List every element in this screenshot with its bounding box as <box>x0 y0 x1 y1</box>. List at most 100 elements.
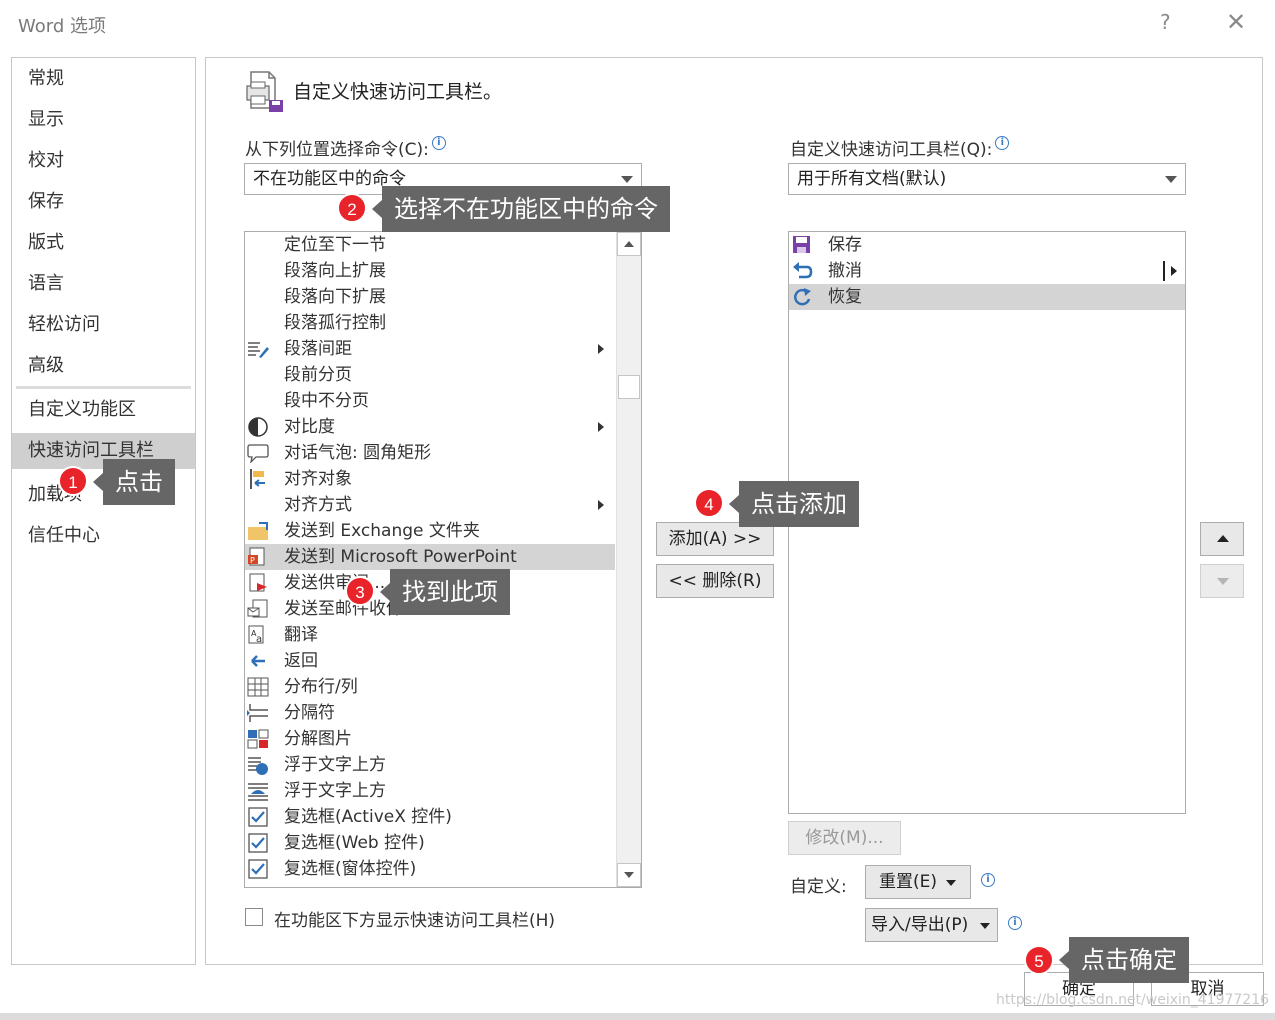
list-item[interactable]: 恢复 <box>789 284 1185 310</box>
submenu-arrow-icon <box>598 422 604 432</box>
commands-list[interactable]: 定位至下一节 段落向上扩展段落向下扩展 段落孤行控制 段落间距段前分页段中不分页对比度… <box>244 231 642 888</box>
list-item[interactable]: 段中不分页 <box>245 388 615 414</box>
ungroup-picture-icon <box>247 729 269 749</box>
nav-item-advanced[interactable]: 高级 <box>12 348 195 384</box>
list-item[interactable]: 段落孤行控制 <box>245 310 615 336</box>
nav-divider <box>16 386 191 389</box>
list-item[interactable]: a A 翻译 <box>245 622 615 648</box>
list-item-label: 发送到 Exchange 文件夹 <box>284 521 480 541</box>
redo-icon <box>791 287 813 307</box>
move-down-button[interactable] <box>1200 564 1244 598</box>
separator-icon <box>247 703 269 723</box>
save-icon <box>791 235 813 255</box>
list-item[interactable]: 段落向上扩展 <box>245 258 615 284</box>
annotation-callout-5: 点击确定 <box>1059 937 1189 983</box>
remove-button[interactable]: << 删除(R) <box>656 564 774 598</box>
bottom-edge <box>0 1013 1275 1020</box>
list-item[interactable]: 发送到 Exchange 文件夹 <box>245 518 615 544</box>
list-item[interactable]: 保存 <box>789 232 1185 258</box>
arrow-up-icon <box>1217 535 1229 542</box>
annotation-callout-4: 点击添加 <box>729 481 859 527</box>
nav-item-customize-ribbon[interactable]: 自定义功能区 <box>12 392 195 428</box>
nav-item-language[interactable]: 语言 <box>12 266 195 302</box>
list-item[interactable]: 浮于文字上方 <box>245 778 615 804</box>
list-item[interactable]: 定位至下一节 <box>245 232 615 258</box>
commands-scrollbar[interactable] <box>616 232 641 887</box>
list-item-label: 浮于文字上方 <box>284 781 386 801</box>
chevron-up-icon <box>624 241 634 247</box>
dropdown-arrow-icon <box>1165 176 1177 183</box>
distribute-rows-icon <box>247 677 269 697</box>
toolbar-scope-combo[interactable]: 用于所有文档(默认) <box>788 163 1186 195</box>
list-item[interactable]: 分布行/列 <box>245 674 615 700</box>
toolbar-scope-combo-value: 用于所有文档(默认) <box>797 169 947 189</box>
reset-button[interactable]: 重置(E) <box>865 865 971 899</box>
annotation-callout-3: 找到此项 <box>380 569 510 615</box>
float-above-text-2-icon <box>247 781 269 801</box>
list-item[interactable]: 撤消 <box>789 258 1185 284</box>
info-icon[interactable]: i <box>995 136 1010 150</box>
close-icon[interactable]: ✕ <box>1226 8 1246 36</box>
list-item[interactable]: 浮于文字上方 <box>245 752 615 778</box>
dropdown-arrow-icon <box>621 176 633 183</box>
list-item[interactable]: 返回 <box>245 648 615 674</box>
move-up-button[interactable] <box>1200 522 1244 556</box>
list-item[interactable]: 复选框(窗体控件) <box>245 856 615 882</box>
list-item-label: 对比度 <box>284 417 335 437</box>
undo-icon <box>791 261 813 281</box>
modify-button[interactable]: 修改(M)... <box>788 821 901 855</box>
nav-item-proofing[interactable]: 校对 <box>12 143 195 179</box>
list-item[interactable]: 对齐方式 <box>245 492 615 518</box>
submenu-arrow-icon <box>598 500 604 510</box>
dropdown-arrow-icon <box>980 923 990 929</box>
list-item[interactable]: 对话气泡: 圆角矩形 <box>245 440 615 466</box>
customize-toolbar-label: 自定义快速访问工具栏(Q): i <box>790 135 1010 160</box>
list-item-label: 段落向下扩展 <box>284 287 386 307</box>
annotation-callout-1: 点击 <box>93 459 175 505</box>
list-item-label: 复选框(Web 控件) <box>284 833 425 853</box>
nav-item-general[interactable]: 常规 <box>12 61 195 97</box>
checkbox-icon <box>247 859 269 879</box>
nav-item-layout[interactable]: 版式 <box>12 225 195 261</box>
list-item-label: 翻译 <box>284 625 318 645</box>
list-item[interactable]: 复选框(ActiveX 控件) <box>245 804 615 830</box>
list-item[interactable]: 复选框(Web 控件) <box>245 830 615 856</box>
annotation-badge-3: 3 <box>345 576 375 606</box>
list-item[interactable]: 段落间距 <box>245 336 615 362</box>
import-export-button-label: 导入/导出(P) <box>871 915 969 935</box>
show-below-ribbon-checkbox[interactable] <box>245 908 263 926</box>
list-item[interactable]: P 发送到 Microsoft PowerPoint <box>245 544 615 570</box>
customize-toolbar-label-text: 自定义快速访问工具栏(Q): <box>790 140 993 160</box>
list-item-label: 段前分页 <box>284 365 352 385</box>
checkbox-icon <box>247 833 269 853</box>
arrow-down-icon <box>1217 578 1229 585</box>
list-item-label: 段落孤行控制 <box>284 313 386 333</box>
list-item[interactable]: 分解图片 <box>245 726 615 752</box>
list-item[interactable]: 对比度 <box>245 414 615 440</box>
add-button[interactable]: 添加(A) >> <box>656 522 774 556</box>
help-icon[interactable]: ? <box>1160 10 1171 34</box>
svg-text:a: a <box>256 634 262 645</box>
list-item[interactable]: 段落向下扩展 <box>245 284 615 310</box>
import-export-button[interactable]: 导入/导出(P) <box>865 908 998 942</box>
scroll-up-button[interactable] <box>617 232 641 256</box>
annotation-badge-1: 1 <box>58 466 88 496</box>
submenu-arrow-icon <box>1171 266 1177 276</box>
list-item[interactable]: 分隔符 <box>245 700 615 726</box>
list-item-label: 复选框(窗体控件) <box>284 859 417 879</box>
choose-commands-label-text: 从下列位置选择命令(C): <box>245 140 429 160</box>
nav-item-display[interactable]: 显示 <box>12 102 195 138</box>
nav-item-accessibility[interactable]: 轻松访问 <box>12 307 195 343</box>
info-icon[interactable]: i <box>981 873 995 887</box>
speech-bubble-icon <box>247 443 269 464</box>
list-item-label: 对话气泡: 圆角矩形 <box>284 443 432 463</box>
list-item-label: 段落间距 <box>284 339 352 359</box>
nav-item-trust-center[interactable]: 信任中心 <box>12 518 195 554</box>
list-item[interactable]: 对齐对象 <box>245 466 615 492</box>
list-item[interactable]: 段前分页 <box>245 362 615 388</box>
info-icon[interactable]: i <box>1008 916 1022 930</box>
nav-item-save[interactable]: 保存 <box>12 184 195 220</box>
info-icon[interactable]: i <box>431 136 446 150</box>
scroll-thumb[interactable] <box>618 375 640 399</box>
scroll-down-button[interactable] <box>617 863 641 887</box>
